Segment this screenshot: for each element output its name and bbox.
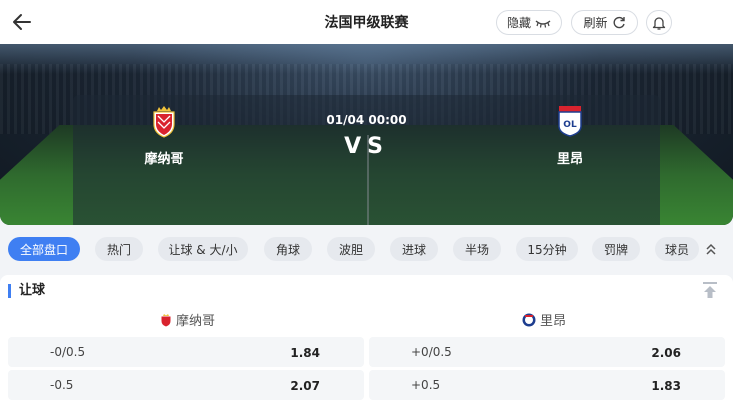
top-bar: 法国甲级联赛 隐藏 刷新 bbox=[0, 0, 733, 44]
tab-goals[interactable]: 进球 bbox=[390, 237, 438, 261]
scroll-top-icon[interactable] bbox=[702, 281, 718, 299]
handicap-card: 让球 摩纳哥 里昂 -0/0.5 1.84 +0/0.5 2.06 -0.5 2… bbox=[0, 275, 733, 415]
match-banner: 摩纳哥 01/04 00:00 VS OL 里昂 bbox=[0, 44, 733, 225]
handicap-line: -0.5 bbox=[50, 378, 74, 392]
tab-all-markets[interactable]: 全部盘口 bbox=[8, 237, 80, 261]
chevrons-up-icon[interactable] bbox=[704, 242, 718, 256]
hide-button[interactable]: 隐藏 bbox=[496, 10, 562, 35]
odds-cell-home-row1[interactable]: -0/0.5 1.84 bbox=[8, 337, 364, 367]
tab-cards[interactable]: 罚牌 bbox=[592, 237, 640, 261]
monaco-small-crest-icon bbox=[161, 313, 171, 326]
match-datetime: 01/04 00:00 bbox=[326, 113, 407, 127]
away-team[interactable]: OL 里昂 bbox=[530, 104, 610, 167]
odds-cell-away-row2[interactable]: +0.5 1.83 bbox=[369, 370, 725, 400]
tab-half-time[interactable]: 半场 bbox=[453, 237, 501, 261]
lyon-crest-icon: OL bbox=[558, 106, 582, 137]
tab-players[interactable]: 球员 bbox=[655, 237, 699, 261]
vs-label: VS bbox=[344, 134, 389, 159]
tab-hot[interactable]: 热门 bbox=[95, 237, 143, 261]
handicap-line: -0/0.5 bbox=[50, 345, 86, 359]
tab-15-minutes[interactable]: 15分钟 bbox=[516, 237, 578, 261]
handicap-line: +0/0.5 bbox=[411, 345, 452, 359]
home-column-label: 摩纳哥 bbox=[176, 314, 216, 329]
odds-value: 2.07 bbox=[290, 379, 320, 393]
odds-cell-away-row1[interactable]: +0/0.5 2.06 bbox=[369, 337, 725, 367]
odds-value: 2.06 bbox=[651, 346, 681, 360]
away-column-label: 里昂 bbox=[540, 314, 567, 329]
odds-value: 1.84 bbox=[290, 346, 320, 360]
away-column-header: 里昂 bbox=[522, 310, 566, 329]
market-tabs: 全部盘口 热门 让球 & 大/小 角球 波胆 进球 半场 15分钟 罚牌 球员 bbox=[0, 234, 733, 266]
hide-button-label: 隐藏 bbox=[506, 16, 531, 30]
refresh-button[interactable]: 刷新 bbox=[571, 10, 638, 35]
odds-cell-home-row2[interactable]: -0.5 2.07 bbox=[8, 370, 364, 400]
bell-icon bbox=[652, 16, 666, 30]
odds-value: 1.83 bbox=[651, 379, 681, 393]
lyon-small-crest-icon bbox=[522, 313, 536, 326]
tab-handicap-over-under[interactable]: 让球 & 大/小 bbox=[158, 237, 248, 261]
section-title: 让球 bbox=[8, 284, 45, 298]
refresh-button-label: 刷新 bbox=[583, 16, 608, 30]
eye-closed-icon bbox=[535, 19, 551, 28]
notification-button[interactable] bbox=[646, 10, 672, 35]
svg-text:OL: OL bbox=[563, 120, 577, 130]
home-column-header: 摩纳哥 bbox=[160, 310, 215, 329]
refresh-icon bbox=[613, 16, 625, 28]
handicap-line: +0.5 bbox=[411, 378, 441, 392]
tab-corners[interactable]: 角球 bbox=[264, 237, 312, 261]
tab-correct-score[interactable]: 波胆 bbox=[327, 237, 375, 261]
away-team-name: 里昂 bbox=[556, 152, 583, 167]
